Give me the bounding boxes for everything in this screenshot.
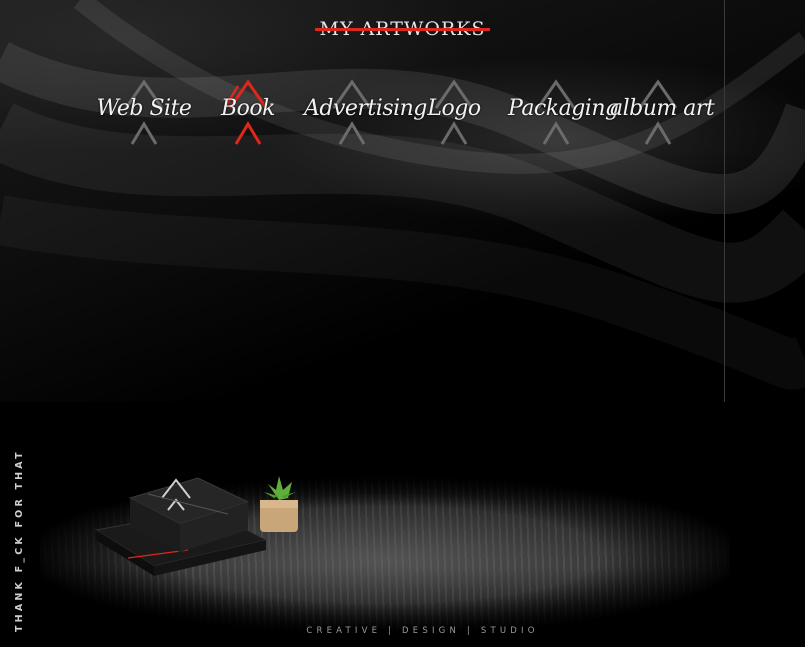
nav-label: album art bbox=[610, 96, 715, 121]
nav-label: Packaging bbox=[508, 96, 619, 121]
nav-item-advertising[interactable]: Advertising bbox=[304, 78, 427, 148]
vertical-side-text: THANK F_CK FOR THAT bbox=[14, 449, 25, 632]
nav-label: Logo bbox=[427, 96, 481, 121]
nav-label: Book bbox=[221, 96, 276, 121]
site-logo[interactable]: MY ARTWORKS bbox=[0, 18, 805, 40]
nav-item-book[interactable]: Book bbox=[200, 78, 296, 148]
smoke-waves-background bbox=[0, 0, 805, 390]
book-mockup-image bbox=[94, 476, 298, 576]
nav-item-web-site[interactable]: Web Site bbox=[96, 78, 192, 148]
nav-item-album-art[interactable]: album art bbox=[610, 78, 715, 148]
vertical-divider bbox=[724, 0, 725, 402]
main-navigation: Web Site Book Advertising Logo Packaging bbox=[96, 78, 716, 148]
nav-item-packaging[interactable]: Packaging bbox=[508, 78, 619, 148]
logo-strike-line bbox=[315, 28, 490, 31]
nav-label: Advertising bbox=[304, 96, 427, 121]
nav-label: Web Site bbox=[96, 96, 192, 121]
nav-item-logo[interactable]: Logo bbox=[406, 78, 502, 148]
logo-wordmark: MY ARTWORKS bbox=[315, 18, 490, 40]
footer-tagline: CREATIVE | DESIGN | STUDIO bbox=[306, 626, 539, 636]
hero-banner bbox=[0, 0, 805, 402]
